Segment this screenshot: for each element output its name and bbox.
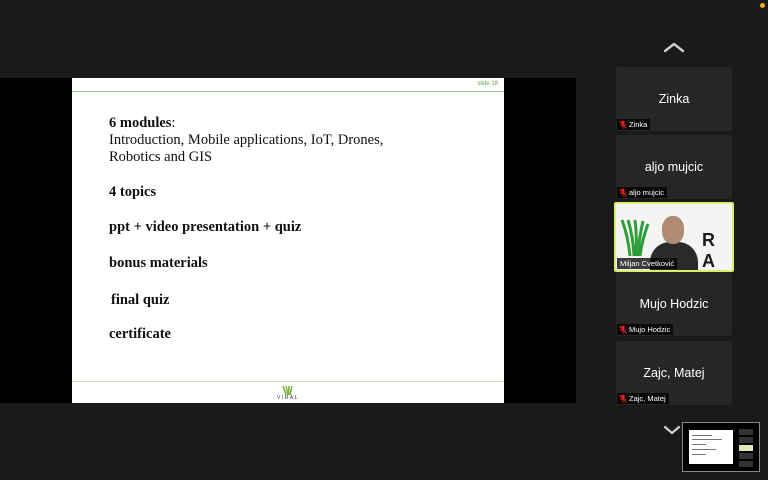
modules-line: 6 modules: xyxy=(109,115,175,132)
participant-tile-zajc-matej[interactable]: Zajc, Matej Zajc, Matej xyxy=(616,341,732,405)
participant-name-tag: aljo mujcic xyxy=(617,187,668,198)
thumbnail-line xyxy=(692,454,706,455)
modules-heading: 6 modules xyxy=(109,115,172,131)
participant-tile-aljo-mujcic[interactable]: aljo mujcic aljo mujcic xyxy=(616,135,732,199)
chevron-up-icon[interactable] xyxy=(663,41,685,53)
presentation-slide: slide 18 6 modules: Introduction, Mobile… xyxy=(72,78,504,403)
thumbnail-line xyxy=(692,435,712,436)
modules-list-line-1: Introduction, Mobile applications, IoT, … xyxy=(109,132,384,148)
thumbnail-line xyxy=(692,444,706,445)
final-quiz-line: final quiz xyxy=(111,292,170,308)
participant-tile-zinka[interactable]: Zinka Zinka xyxy=(616,67,732,131)
participant-name-tag: Miljan Cvetković xyxy=(617,258,678,269)
participant-name-tag: Zinka xyxy=(617,119,651,130)
recording-indicator xyxy=(760,3,765,8)
participant-tag-label: Zinka xyxy=(629,120,648,129)
virtual-background-logo-icon xyxy=(620,219,650,257)
participant-tile-mujo-hodzic[interactable]: Mujo Hodzic Mujo Hodzic xyxy=(616,272,732,336)
viral-logo-text: VIRAL xyxy=(277,395,299,401)
slide-number: slide 18 xyxy=(477,81,498,87)
participant-head xyxy=(662,216,684,244)
presentation-line: ppt + video presentation + quiz xyxy=(109,219,302,235)
mic-muted-icon xyxy=(619,120,627,129)
thumbnail-tile xyxy=(739,437,753,443)
thumbnail-tile xyxy=(739,453,753,459)
thumbnail-line xyxy=(692,449,716,450)
slide-bottom-divider xyxy=(72,381,504,382)
participant-name-tag: Mujo Hodzic xyxy=(617,324,674,335)
thumbnail-line xyxy=(692,439,722,440)
slide-top-divider xyxy=(72,91,504,92)
modules-colon: : xyxy=(171,115,176,131)
virtual-background-text: R A xyxy=(702,230,720,271)
viral-logo: VIRAL xyxy=(275,384,301,402)
thumbnail-slide xyxy=(689,430,733,464)
modules-list-line-2: Robotics and GIS xyxy=(109,149,213,165)
bonus-line: bonus materials xyxy=(109,255,208,271)
thumbnail-tile xyxy=(739,461,753,467)
meeting-thumbnail-view[interactable] xyxy=(682,422,760,472)
mic-muted-icon xyxy=(619,188,627,197)
thumbnail-tile-active xyxy=(739,445,753,451)
participant-tag-label: Miljan Cvetković xyxy=(620,259,675,268)
chevron-down-icon[interactable] xyxy=(663,425,681,435)
mic-muted-icon xyxy=(619,325,627,334)
participant-name-tag: Zajc, Matej xyxy=(617,393,669,404)
shared-screen: slide 18 6 modules: Introduction, Mobile… xyxy=(0,78,576,403)
participant-tag-label: Zajc, Matej xyxy=(629,394,666,403)
participant-tag-label: aljo mujcic xyxy=(629,188,665,197)
mic-muted-icon xyxy=(619,394,627,403)
certificate-line: certificate xyxy=(109,326,171,342)
thumbnail-tile xyxy=(739,429,753,435)
participant-tag-label: Mujo Hodzic xyxy=(629,325,671,334)
participant-tile-miljan-cvetkovic[interactable]: R A Miljan Cvetković xyxy=(614,202,734,272)
topics-line: 4 topics xyxy=(109,184,157,200)
